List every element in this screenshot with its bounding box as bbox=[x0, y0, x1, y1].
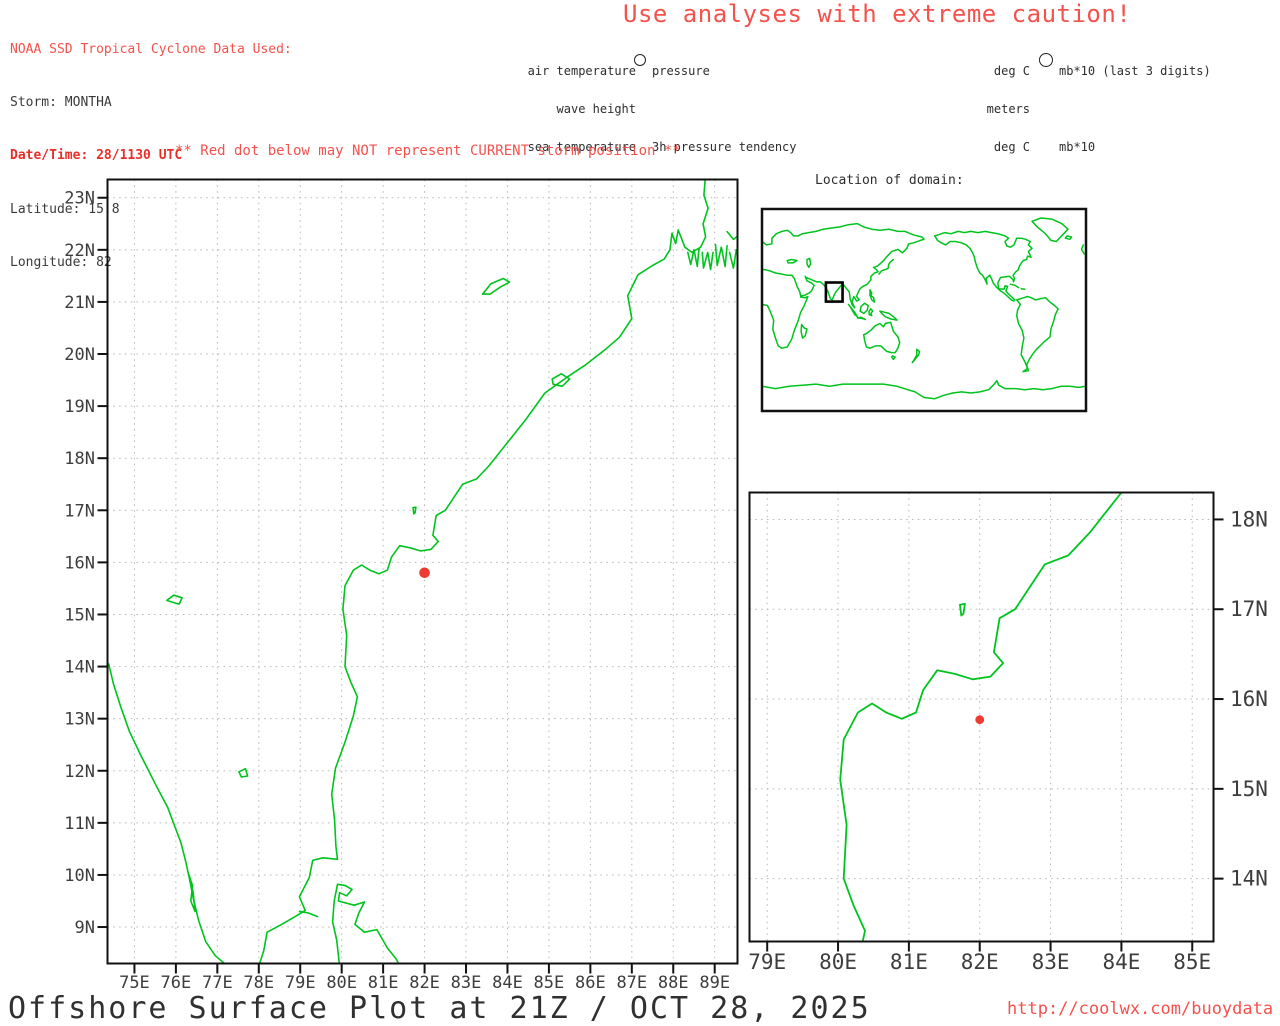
main-map-lon-label: 82E bbox=[409, 973, 440, 993]
main-map-lat-label: 9N bbox=[75, 918, 95, 938]
coastline bbox=[890, 355, 896, 361]
coastline bbox=[959, 603, 966, 617]
coastline bbox=[1031, 217, 1069, 243]
coastline bbox=[412, 506, 417, 515]
zoom-map-storm-dot bbox=[975, 715, 985, 725]
coastline bbox=[1020, 287, 1026, 290]
main-map-lat-label: 22N bbox=[64, 241, 95, 261]
zoom-map-lon-label: 79E bbox=[748, 950, 786, 974]
main-map-lat-label: 12N bbox=[64, 762, 95, 782]
zoom-map-lon-label: 80E bbox=[819, 950, 857, 974]
zoom-map-lat-label: 18N bbox=[1230, 507, 1268, 531]
coastline bbox=[539, 756, 565, 771]
main-map-lon-label: 78E bbox=[243, 973, 274, 993]
zoom-map-lon-label: 81E bbox=[890, 950, 928, 974]
main-map-lat-label: 20N bbox=[64, 345, 95, 365]
main-map-lat-label: 21N bbox=[64, 293, 95, 313]
coastline bbox=[806, 257, 812, 269]
coastline bbox=[1009, 283, 1020, 289]
coastline bbox=[714, 243, 728, 268]
main-map-lon-label: 79E bbox=[285, 973, 316, 993]
coastline bbox=[869, 289, 876, 303]
main-map-lat-label: 18N bbox=[64, 449, 95, 469]
main-map-lat-label: 11N bbox=[64, 814, 95, 834]
zoom-map-lon-label: 85E bbox=[1173, 950, 1211, 974]
main-map-lon-label: 84E bbox=[492, 973, 523, 993]
coastline bbox=[934, 235, 1015, 302]
coastline bbox=[762, 295, 809, 349]
main-map-lon-label: 89E bbox=[699, 973, 730, 993]
coastline bbox=[839, 492, 1123, 942]
main-map-lat-label: 13N bbox=[64, 710, 95, 730]
coastline bbox=[481, 277, 511, 295]
coastline bbox=[786, 258, 798, 264]
coastline bbox=[551, 373, 571, 388]
coastline bbox=[856, 316, 867, 321]
main-map-lat-label: 17N bbox=[64, 501, 95, 521]
main-map-lon-label: 80E bbox=[326, 973, 357, 993]
main-map-lon-label: 81E bbox=[368, 973, 399, 993]
coastline bbox=[107, 663, 226, 964]
coastline bbox=[1015, 295, 1059, 373]
coastline bbox=[800, 323, 808, 339]
main-map-lon-label: 75E bbox=[119, 973, 150, 993]
coastline bbox=[878, 258, 895, 275]
coastline bbox=[859, 302, 869, 315]
main-map-lat-label: 16N bbox=[64, 553, 95, 573]
zoom-map-lon-label: 82E bbox=[961, 950, 999, 974]
main-map-lat-label: 14N bbox=[64, 658, 95, 678]
main-map-lat-label: 15N bbox=[64, 605, 95, 625]
zoom-map-lat-label: 17N bbox=[1230, 597, 1268, 621]
coastline bbox=[862, 321, 901, 354]
coastline bbox=[166, 594, 183, 605]
coastline bbox=[911, 348, 921, 364]
coastline bbox=[879, 310, 898, 321]
coastline bbox=[1198, 374, 1228, 396]
coastline bbox=[1080, 244, 1085, 255]
source-url: http://coolwx.com/buoydata bbox=[1007, 999, 1274, 1019]
coastline bbox=[762, 379, 1086, 400]
main-map-lon-label: 77E bbox=[202, 973, 233, 993]
main-map-lat-label: 23N bbox=[64, 189, 95, 209]
world-map-inset-coastlines bbox=[762, 217, 1086, 400]
main-map-lon-label: 86E bbox=[575, 973, 606, 993]
zoom-map-lon-label: 84E bbox=[1102, 950, 1140, 974]
coastline bbox=[1064, 235, 1073, 241]
plot-title: Offshore Surface Plot at 21Z / OCT 28, 2… bbox=[8, 991, 871, 1026]
main-map-storm-dot bbox=[419, 567, 430, 579]
main-map: 23N 22N 21N 20N 19N 18N 17N 16N 15N 14N 13N 12N 11N 1… bbox=[64, 178, 739, 993]
main-map-lon-label: 87E bbox=[616, 973, 647, 993]
zoom-map-axes: 18N 17N 16N 15N 14N 79E 80E 81E 82E 83E 84E 85E bbox=[748, 507, 1268, 974]
main-map-lon-label: 76E bbox=[161, 973, 192, 993]
coastline bbox=[331, 883, 400, 964]
main-map-lon-label: 88E bbox=[658, 973, 689, 993]
coastline bbox=[298, 910, 319, 918]
coastline bbox=[868, 308, 874, 317]
world-map-inset bbox=[760, 207, 1088, 413]
plot-canvas: 23N 22N 21N 20N 19N 18N 17N 16N 15N 14N 13N 12N 11N 1… bbox=[64, 178, 1268, 993]
coastline bbox=[238, 767, 249, 778]
main-map-lat-label: 19N bbox=[64, 397, 95, 417]
zoom-map-lat-label: 16N bbox=[1230, 687, 1268, 711]
coastline bbox=[701, 251, 714, 271]
main-map-lon-label: 85E bbox=[534, 973, 565, 993]
zoom-map-lat-label: 15N bbox=[1230, 777, 1268, 801]
zoom-map-lat-label: 14N bbox=[1230, 867, 1268, 891]
main-map-lon-label: 83E bbox=[451, 973, 482, 993]
main-map-lat-label: 10N bbox=[64, 866, 95, 886]
zoom-map-lon-label: 83E bbox=[1032, 950, 1070, 974]
